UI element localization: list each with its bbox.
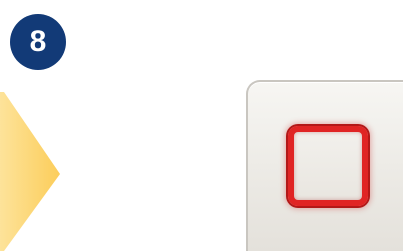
right-arrow-icon (0, 92, 60, 251)
stop-square-icon (288, 126, 368, 206)
step-number-badge: 8 (10, 14, 66, 70)
instruction-panel: 8 (0, 0, 403, 251)
stop-button[interactable] (246, 80, 403, 251)
